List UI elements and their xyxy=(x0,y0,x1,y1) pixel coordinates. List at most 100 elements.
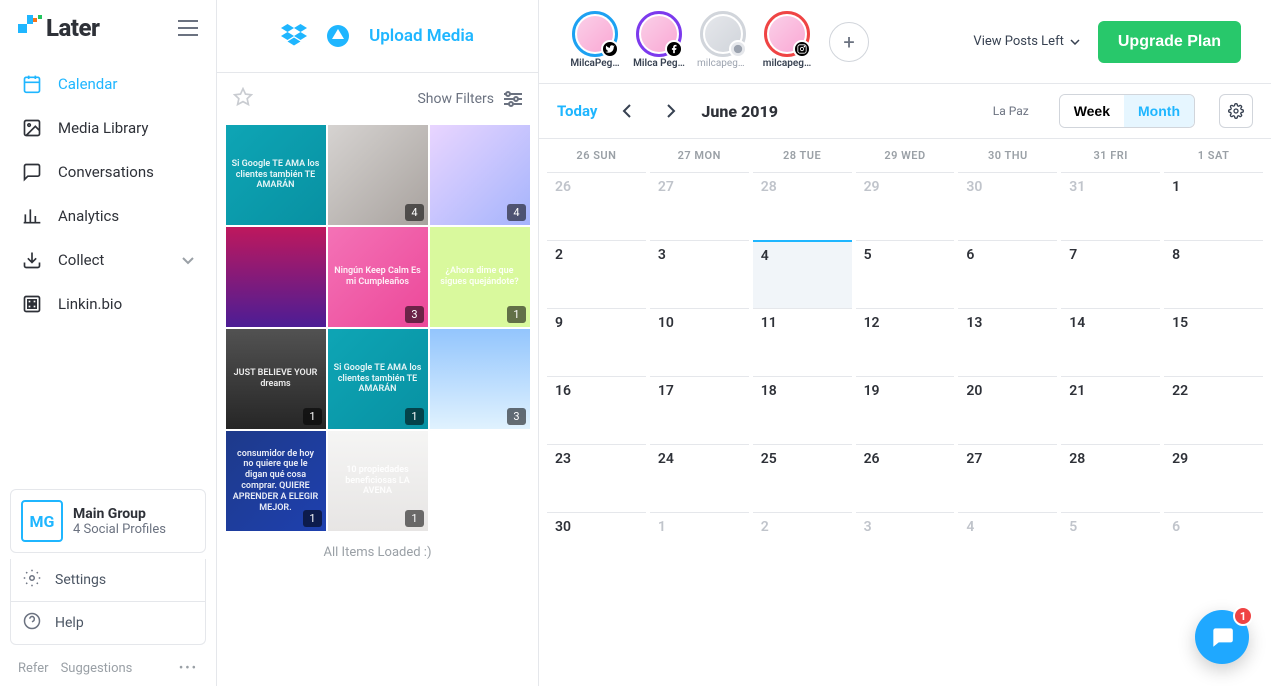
profile-instagram[interactable]: milcapeg… xyxy=(761,14,813,69)
month-view-button[interactable]: Month xyxy=(1124,95,1194,127)
timezone-label[interactable]: La Paz xyxy=(993,104,1029,118)
day-cell[interactable]: 10 xyxy=(650,308,749,376)
day-cell[interactable]: 1 xyxy=(650,512,749,580)
media-thumbnail[interactable]: 10 propiedades beneficiosas LA AVENA1 xyxy=(328,431,428,531)
nav-label: Collect xyxy=(58,251,104,269)
favorite-icon[interactable] xyxy=(233,87,253,111)
media-thumbnail[interactable]: 4 xyxy=(328,125,428,225)
day-cell[interactable]: 23 xyxy=(547,444,646,512)
day-cell[interactable]: 14 xyxy=(1061,308,1160,376)
upgrade-plan-button[interactable]: Upgrade Plan xyxy=(1098,21,1241,63)
day-cell[interactable]: 12 xyxy=(856,308,955,376)
day-cell[interactable]: 17 xyxy=(650,376,749,444)
media-thumbnail[interactable]: Si Google TE AMA los clientes también TE… xyxy=(226,125,326,225)
day-of-week-header: 26 SUN xyxy=(545,139,648,172)
profile-facebook[interactable]: Milca Peg… xyxy=(633,14,685,69)
media-thumbnail[interactable]: consumidor de hoy no quiere que le digan… xyxy=(226,431,326,531)
day-cell[interactable]: 27 xyxy=(650,172,749,240)
day-cell[interactable]: 15 xyxy=(1164,308,1263,376)
day-cell[interactable]: 21 xyxy=(1061,376,1160,444)
day-cell[interactable]: 20 xyxy=(958,376,1057,444)
day-cell[interactable]: 29 xyxy=(1164,444,1263,512)
next-month-button[interactable] xyxy=(657,97,685,125)
plus-icon: + xyxy=(843,30,854,54)
day-of-week-header: 29 WED xyxy=(854,139,957,172)
day-cell[interactable]: 31 xyxy=(1061,172,1160,240)
upload-media-button[interactable]: Upload Media xyxy=(369,26,474,46)
profile-twitter[interactable]: MilcaPeg… xyxy=(569,14,621,69)
chat-unread-badge: 1 xyxy=(1233,606,1253,626)
show-filters-button[interactable]: Show Filters xyxy=(417,91,522,107)
day-cell[interactable]: 25 xyxy=(753,444,852,512)
nav-item-calendar[interactable]: Calendar xyxy=(0,62,216,106)
day-cell[interactable]: 5 xyxy=(1061,512,1160,580)
nav-item-media-library[interactable]: Media Library xyxy=(0,106,216,150)
day-cell[interactable]: 5 xyxy=(856,240,955,308)
prev-month-button[interactable] xyxy=(613,97,641,125)
day-cell[interactable]: 30 xyxy=(958,172,1057,240)
chat-button[interactable]: 1 xyxy=(1195,610,1249,664)
all-loaded-label: All Items Loaded :) xyxy=(217,531,538,574)
media-thumbnail[interactable]: ¿Ahora dime que sigues quejándote?1 xyxy=(430,227,530,327)
day-cell[interactable]: 19 xyxy=(856,376,955,444)
day-cell[interactable]: 28 xyxy=(1061,444,1160,512)
view-posts-left-dropdown[interactable]: View Posts Left xyxy=(973,34,1079,49)
today-button[interactable]: Today xyxy=(557,102,597,120)
day-cell[interactable]: 24 xyxy=(650,444,749,512)
media-thumbnail[interactable]: Ningún Keep Calm Es mi Cumpleaños3 xyxy=(328,227,428,327)
refer-link[interactable]: Refer xyxy=(18,661,49,676)
settings-item-help[interactable]: Help xyxy=(11,601,205,644)
day-cell[interactable]: 29 xyxy=(856,172,955,240)
day-cell[interactable]: 11 xyxy=(753,308,852,376)
media-thumbnail[interactable]: JUST BELIEVE YOUR dreams1 xyxy=(226,329,326,429)
day-cell[interactable]: 1 xyxy=(1164,172,1263,240)
dropbox-icon[interactable] xyxy=(281,24,307,48)
day-cell[interactable]: 16 xyxy=(547,376,646,444)
day-cell[interactable]: 26 xyxy=(856,444,955,512)
day-cell[interactable]: 9 xyxy=(547,308,646,376)
day-cell[interactable]: 27 xyxy=(958,444,1057,512)
day-cell[interactable]: 30 xyxy=(547,512,646,580)
media-thumbnail[interactable]: 4 xyxy=(430,125,530,225)
brand-logo[interactable]: Later xyxy=(18,14,99,42)
day-cell[interactable]: 22 xyxy=(1164,376,1263,444)
help-icon xyxy=(23,612,41,634)
nav-item-conversations[interactable]: Conversations xyxy=(0,150,216,194)
day-cell[interactable]: 3 xyxy=(856,512,955,580)
main-nav: CalendarMedia LibraryConversationsAnalyt… xyxy=(0,52,216,489)
day-cell[interactable]: 26 xyxy=(547,172,646,240)
week-view-button[interactable]: Week xyxy=(1060,95,1124,127)
month-label: June 2019 xyxy=(701,102,778,121)
brand-name: Later xyxy=(46,14,99,42)
group-title: Main Group xyxy=(73,506,166,522)
profile-pinterest[interactable]: milcapegu… xyxy=(697,14,749,69)
day-cell[interactable]: 28 xyxy=(753,172,852,240)
day-cell[interactable]: 6 xyxy=(958,240,1057,308)
nav-item-analytics[interactable]: Analytics xyxy=(0,194,216,238)
day-cell[interactable]: 4 xyxy=(958,512,1057,580)
suggestions-link[interactable]: Suggestions xyxy=(61,661,133,676)
media-thumbnail[interactable] xyxy=(226,227,326,327)
day-cell[interactable]: 7 xyxy=(1061,240,1160,308)
day-cell[interactable]: 2 xyxy=(547,240,646,308)
menu-toggle-button[interactable] xyxy=(178,20,198,36)
media-thumbnail[interactable]: Si Google TE AMA los clientes también TE… xyxy=(328,329,428,429)
more-icon[interactable]: ••• xyxy=(179,661,198,676)
show-filters-label: Show Filters xyxy=(417,91,494,107)
nav-item-linkin-bio[interactable]: Linkin.bio xyxy=(0,282,216,326)
day-cell[interactable]: 4 xyxy=(753,240,852,308)
add-profile-button[interactable]: + xyxy=(823,22,875,62)
day-cell[interactable]: 2 xyxy=(753,512,852,580)
calendar-settings-button[interactable] xyxy=(1219,94,1253,128)
day-cell[interactable]: 8 xyxy=(1164,240,1263,308)
day-cell[interactable]: 6 xyxy=(1164,512,1263,580)
day-cell[interactable]: 3 xyxy=(650,240,749,308)
nav-item-collect[interactable]: Collect xyxy=(0,238,216,282)
day-cell[interactable]: 13 xyxy=(958,308,1057,376)
settings-item-settings[interactable]: Settings xyxy=(11,559,205,601)
media-thumbnail[interactable]: 3 xyxy=(430,329,530,429)
group-card[interactable]: MG Main Group 4 Social Profiles xyxy=(10,489,206,553)
google-drive-icon[interactable] xyxy=(325,24,351,48)
facebook-icon xyxy=(665,40,683,58)
day-cell[interactable]: 18 xyxy=(753,376,852,444)
